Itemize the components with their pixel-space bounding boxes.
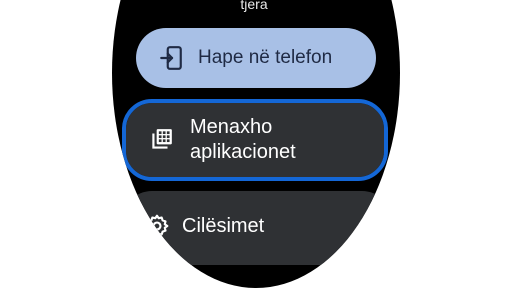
settings-button[interactable]: Cilësimet	[122, 191, 392, 265]
watch-face: tjera Hape në telefon Menaxho aplikacion…	[112, 0, 400, 288]
settings-label: Cilësimet	[182, 215, 265, 237]
manage-apps-label: Menaxho aplikacionet	[190, 115, 296, 165]
manage-apps-label-line1: Menaxho	[190, 116, 273, 138]
open-on-phone-button[interactable]: Hape në telefon	[136, 28, 376, 88]
partial-item-text: tjera	[240, 0, 268, 12]
manage-apps-button[interactable]: Menaxho aplikacionet	[126, 103, 384, 177]
manage-apps-label-line2: aplikacionet	[190, 141, 296, 163]
apps-grid-icon	[148, 127, 174, 153]
screen: tjera Hape në telefon Menaxho aplikacion…	[0, 0, 511, 288]
open-on-phone-label: Hape në telefon	[198, 47, 333, 68]
open-on-phone-icon	[158, 45, 184, 71]
gear-icon	[144, 213, 170, 239]
